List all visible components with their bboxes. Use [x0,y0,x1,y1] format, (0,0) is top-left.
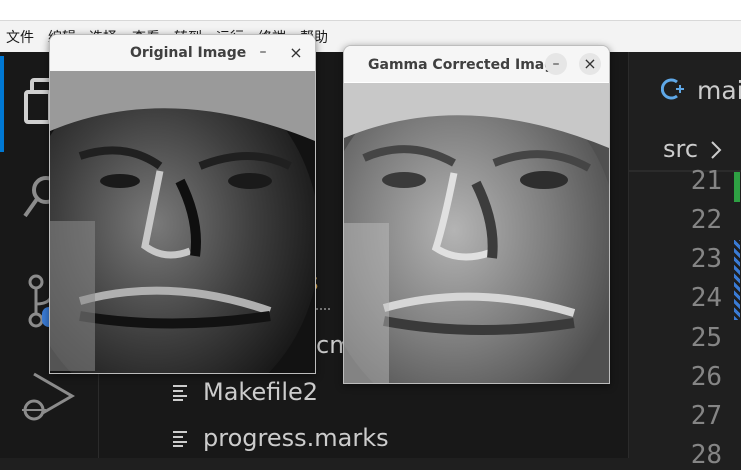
line-number: 22 [690,205,722,235]
file-label: progress.marks [203,424,389,452]
breadcrumb-divider [629,170,741,172]
gamma-title-bar[interactable]: Gamma Corrected Image – × [344,46,609,82]
git-added-marker [734,172,740,202]
line-number: 24 [690,283,722,313]
git-modified-marker [734,240,740,320]
close-button[interactable]: × [288,43,304,62]
line-number: 25 [690,323,722,353]
cpp-icon [661,78,684,100]
editor-tab-strip: mai [629,52,741,127]
file-item-makefile2[interactable]: Makefile2 [171,374,318,410]
chevron-right-icon [711,141,722,159]
tab-main[interactable]: mai [697,76,741,105]
gamma-corrected-image [344,83,609,383]
line-number: 28 [690,440,722,470]
line-number: 23 [690,244,722,274]
line-number: 21 [690,166,722,196]
menu-file[interactable]: 文件 [6,27,34,47]
file-lines-icon [171,429,191,447]
minimize-button[interactable]: – [545,53,567,75]
line-number: 27 [690,401,722,431]
original-image [50,71,315,373]
minimize-button[interactable]: – [255,44,271,60]
editor-area: mai src 21 22 23 24 25 26 27 28 [628,52,741,470]
file-item-progress-marks[interactable]: progress.marks [171,420,389,456]
active-indicator [0,56,4,152]
breadcrumb[interactable]: src [663,135,698,163]
original-image-window[interactable]: Original Image – × [49,34,316,374]
original-title-bar[interactable]: Original Image – × [50,35,315,71]
close-button[interactable]: × [579,53,601,75]
file-label: Makefile2 [203,378,319,406]
file-lines-icon [171,383,191,401]
window-top-strip [0,0,741,21]
line-number: 26 [690,362,722,392]
run-debug-icon[interactable] [20,370,76,426]
window-title: Original Image [130,45,247,61]
window-title: Gamma Corrected Image [368,57,564,73]
gamma-corrected-window[interactable]: Gamma Corrected Image – × [343,45,610,384]
